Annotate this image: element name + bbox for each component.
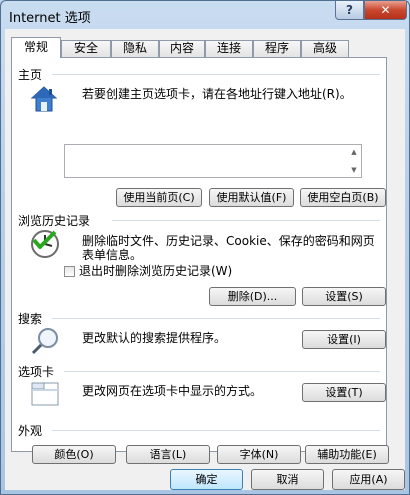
tabs-section-title: 选项卡 [18, 365, 55, 379]
ok-button[interactable]: 确定 [170, 469, 243, 490]
history-section-title: 浏览历史记录 [18, 214, 91, 228]
search-divider [52, 318, 380, 319]
internet-options-window: Internet 选项 ? ✕ 常规 安全 隐私 内容 连接 程序 高级 主页 [0, 0, 410, 495]
history-description-line1: 删除临时文件、历史记录、Cookie、保存的密码和网页 [82, 234, 375, 248]
scroll-down-icon[interactable]: ▼ [349, 165, 359, 175]
home-divider [52, 74, 380, 75]
home-page-url-input[interactable]: ▲ ▼ [64, 144, 362, 178]
tab-privacy[interactable]: 隐私 [111, 40, 159, 57]
search-settings-button[interactable]: 设置(I) [302, 330, 386, 349]
tabbed-window-icon [30, 379, 60, 409]
tabs-settings-button[interactable]: 设置(T) [302, 383, 386, 402]
use-default-button[interactable]: 使用默认值(F) [209, 188, 294, 207]
delete-on-exit-checkbox[interactable] [64, 266, 75, 277]
title-bar[interactable]: Internet 选项 ? ✕ [1, 1, 409, 29]
tabs-divider [64, 371, 380, 372]
history-divider [112, 220, 380, 221]
delete-history-button[interactable]: 删除(D)... [209, 287, 296, 306]
delete-on-exit-label[interactable]: 退出时删除浏览历史记录(W) [79, 264, 232, 279]
cancel-button[interactable]: 取消 [251, 469, 324, 490]
tab-programs[interactable]: 程序 [253, 40, 301, 57]
apply-button[interactable]: 应用(A) [332, 469, 405, 490]
appearance-section-title: 外观 [18, 424, 43, 438]
tab-general[interactable]: 常规 [11, 37, 61, 58]
scroll-up-icon[interactable]: ▲ [349, 147, 359, 157]
search-description: 更改默认的搜索提供程序。 [82, 331, 227, 345]
help-button[interactable]: ? [335, 1, 364, 20]
tab-advanced[interactable]: 高级 [301, 40, 349, 57]
use-blank-button[interactable]: 使用空白页(B) [300, 188, 386, 207]
accessibility-button[interactable]: 辅助功能(E) [305, 445, 389, 464]
tab-security[interactable]: 安全 [61, 40, 111, 57]
search-section-title: 搜索 [18, 312, 43, 326]
history-description-line2: 表单信息。 [82, 248, 143, 262]
use-current-button[interactable]: 使用当前页(C) [116, 188, 202, 207]
languages-button[interactable]: 语言(L) [126, 445, 210, 464]
appearance-divider [52, 430, 380, 431]
window-title: Internet 选项 [9, 11, 91, 26]
dialog-body: 常规 安全 隐私 内容 连接 程序 高级 主页 若要创建主页选项卡，请在各地址行… [5, 29, 405, 490]
tabs-description: 更改网页在选项卡中显示的方式。 [82, 384, 263, 398]
tab-connections[interactable]: 连接 [205, 40, 253, 57]
search-magnifier-icon [30, 326, 60, 356]
colors-button[interactable]: 颜色(O) [32, 445, 116, 464]
home-icon [30, 85, 58, 113]
history-settings-button[interactable]: 设置(S) [302, 287, 386, 306]
close-button[interactable]: ✕ [364, 1, 407, 20]
general-tab-panel: 主页 若要创建主页选项卡，请在各地址行键入地址(R)。 ▲ ▼ 使用当前页(C)… [11, 57, 389, 464]
history-clock-icon [30, 229, 60, 259]
home-description: 若要创建主页选项卡，请在各地址行键入地址(R)。 [82, 87, 352, 101]
tab-content[interactable]: 内容 [159, 40, 205, 57]
fonts-button[interactable]: 字体(N) [217, 445, 301, 464]
home-section-title: 主页 [18, 68, 43, 82]
